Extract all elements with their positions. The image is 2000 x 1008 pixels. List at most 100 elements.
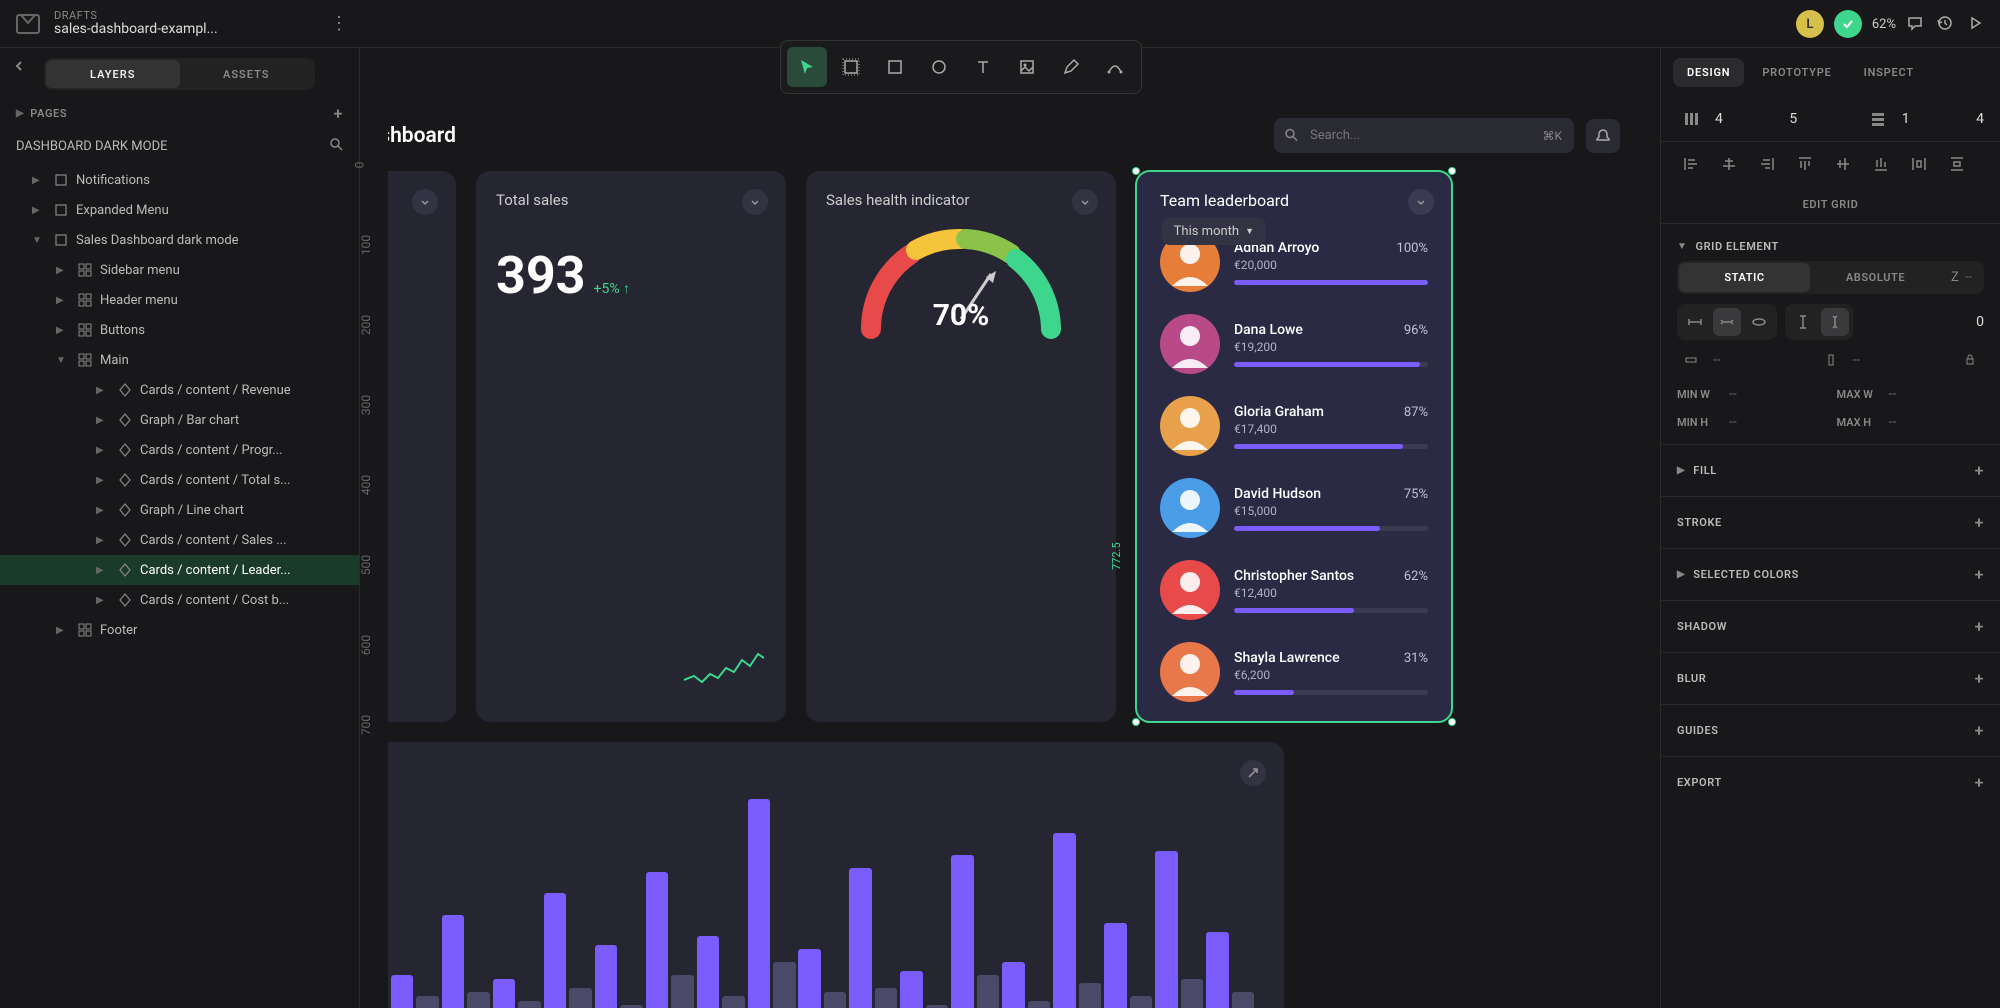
add-button[interactable]: + [1975, 513, 1984, 532]
chevron-icon[interactable]: ▼ [32, 235, 46, 246]
play-icon[interactable] [1966, 14, 1986, 34]
columns-icon[interactable] [1677, 105, 1705, 133]
h-fill-icon[interactable] [1713, 308, 1741, 336]
static-button[interactable]: STATIC [1679, 263, 1810, 292]
add-button[interactable]: + [1975, 721, 1984, 740]
layer-row[interactable]: ▶Cards / content / Sales ... [0, 525, 359, 555]
add-button[interactable]: + [1975, 461, 1984, 480]
chevron-icon[interactable]: ▶ [56, 325, 70, 336]
notifications-button[interactable] [1586, 119, 1620, 153]
layer-row[interactable]: ▶Cards / content / Total s... [0, 465, 359, 495]
chevron-icon[interactable]: ▶ [96, 505, 110, 516]
align-bottom-icon[interactable] [1867, 150, 1895, 178]
grid-rows[interactable]: 1 [1902, 111, 1910, 127]
chevron-right-icon[interactable]: ▶ [1677, 569, 1685, 580]
page-item[interactable]: DASHBOARD DARK MODE [0, 131, 359, 161]
align-center-h-icon[interactable] [1715, 150, 1743, 178]
chevron-icon[interactable]: ▶ [96, 595, 110, 606]
leaderboard-card[interactable]: Team leaderboard Adnan Arroyo€20,000100%… [1136, 171, 1452, 722]
rows-icon[interactable] [1864, 105, 1892, 133]
selection-handle[interactable] [1448, 718, 1456, 726]
layer-row[interactable]: ▶Graph / Bar chart [0, 405, 359, 435]
layer-row[interactable]: ▼Sales Dashboard dark mode [0, 225, 359, 255]
tab-prototype[interactable]: PROTOTYPE [1748, 58, 1845, 87]
distribute-h-icon[interactable] [1905, 150, 1933, 178]
distribute-v-icon[interactable] [1943, 150, 1971, 178]
width-value[interactable]: -- [1713, 352, 1721, 368]
layer-row[interactable]: ▶Cards / content / Revenue [0, 375, 359, 405]
align-left-icon[interactable] [1677, 150, 1705, 178]
user-avatar-2[interactable] [1834, 10, 1862, 38]
back-button[interactable] [12, 58, 36, 82]
app-logo[interactable] [12, 8, 44, 40]
frame-tool[interactable] [831, 47, 871, 87]
min-w-value[interactable]: -- [1729, 386, 1737, 402]
text-tool[interactable] [963, 47, 1003, 87]
chevron-right-icon[interactable]: ▶ [16, 108, 24, 119]
align-top-icon[interactable] [1791, 150, 1819, 178]
image-tool[interactable] [1007, 47, 1047, 87]
chevron-icon[interactable]: ▶ [96, 535, 110, 546]
add-button[interactable]: + [1975, 669, 1984, 688]
min-h-value[interactable]: -- [1729, 414, 1737, 430]
max-h-value[interactable]: -- [1889, 414, 1897, 430]
add-button[interactable]: + [1975, 617, 1984, 636]
layer-row[interactable]: ▶Cards / content / Progr... [0, 435, 359, 465]
health-menu[interactable] [1072, 189, 1098, 215]
align-middle-icon[interactable] [1829, 150, 1857, 178]
layer-row[interactable]: ▶Footer [0, 615, 359, 645]
chevron-icon[interactable]: ▶ [96, 385, 110, 396]
max-w-value[interactable]: -- [1889, 386, 1897, 402]
revenue-menu[interactable] [412, 189, 438, 215]
chevron-icon[interactable]: ▶ [32, 205, 46, 216]
height-value[interactable]: -- [1853, 352, 1861, 368]
h-hug-icon[interactable] [1745, 308, 1773, 336]
v-fixed-icon[interactable] [1789, 308, 1817, 336]
rectangle-tool[interactable] [875, 47, 915, 87]
edit-grid-button[interactable]: EDIT GRID [1661, 186, 2000, 223]
chevron-icon[interactable]: ▶ [56, 625, 70, 636]
period-select[interactable]: This month ▼ [1162, 218, 1266, 245]
absolute-button[interactable]: ABSOLUTE [1810, 263, 1941, 292]
chevron-icon[interactable]: ▶ [96, 565, 110, 576]
chevron-icon[interactable]: ▶ [96, 475, 110, 486]
layer-row[interactable]: ▶Cards / content / Cost b... [0, 585, 359, 615]
layer-row[interactable]: ▶Buttons [0, 315, 359, 345]
v-fill-icon[interactable] [1821, 308, 1849, 336]
chevron-right-icon[interactable]: ▶ [1677, 465, 1685, 476]
expand-chart-button[interactable] [1240, 760, 1266, 786]
tab-layers[interactable]: LAYERS [46, 60, 180, 88]
add-page-button[interactable]: + [334, 104, 343, 123]
layer-row[interactable]: ▶Graph / Line chart [0, 495, 359, 525]
align-right-icon[interactable] [1753, 150, 1781, 178]
chevron-icon[interactable]: ▶ [56, 295, 70, 306]
total-sales-menu[interactable] [742, 189, 768, 215]
h-fixed-icon[interactable] [1681, 308, 1709, 336]
rotation-value[interactable]: 0 [1976, 314, 1984, 330]
pen-tool[interactable] [1051, 47, 1091, 87]
search-input[interactable] [1274, 118, 1574, 153]
chevron-icon[interactable]: ▶ [56, 265, 70, 276]
curve-tool[interactable] [1095, 47, 1135, 87]
chevron-icon[interactable]: ▶ [32, 175, 46, 186]
layer-row[interactable]: ▼Main [0, 345, 359, 375]
add-button[interactable]: + [1975, 565, 1984, 584]
grid-cols[interactable]: 4 [1715, 111, 1723, 127]
canvas[interactable]: ashboard ⌘K Revenue .00 +15% ↑ Total sal… [388, 48, 1660, 1008]
z-index-field[interactable]: Z-- [1941, 263, 1982, 292]
tab-assets[interactable]: ASSETS [180, 60, 314, 88]
zoom-level[interactable]: 62% [1872, 17, 1896, 32]
selection-handle[interactable] [1132, 167, 1140, 175]
layer-row[interactable]: ▶Sidebar menu [0, 255, 359, 285]
file-name[interactable]: sales-dashboard-exampl... [54, 22, 218, 37]
lock-ratio-icon[interactable] [1956, 346, 1984, 374]
layer-row[interactable]: ▶Notifications [0, 165, 359, 195]
grid-val4[interactable]: 4 [1976, 111, 1984, 127]
selection-handle[interactable] [1448, 167, 1456, 175]
grid-val2[interactable]: 5 [1789, 111, 1797, 127]
search-layers-icon[interactable] [329, 137, 343, 155]
layer-row[interactable]: ▶Cards / content / Leader... [0, 555, 359, 585]
layer-row[interactable]: ▶Expanded Menu [0, 195, 359, 225]
file-menu-button[interactable]: ⋮ [330, 13, 348, 34]
ellipse-tool[interactable] [919, 47, 959, 87]
